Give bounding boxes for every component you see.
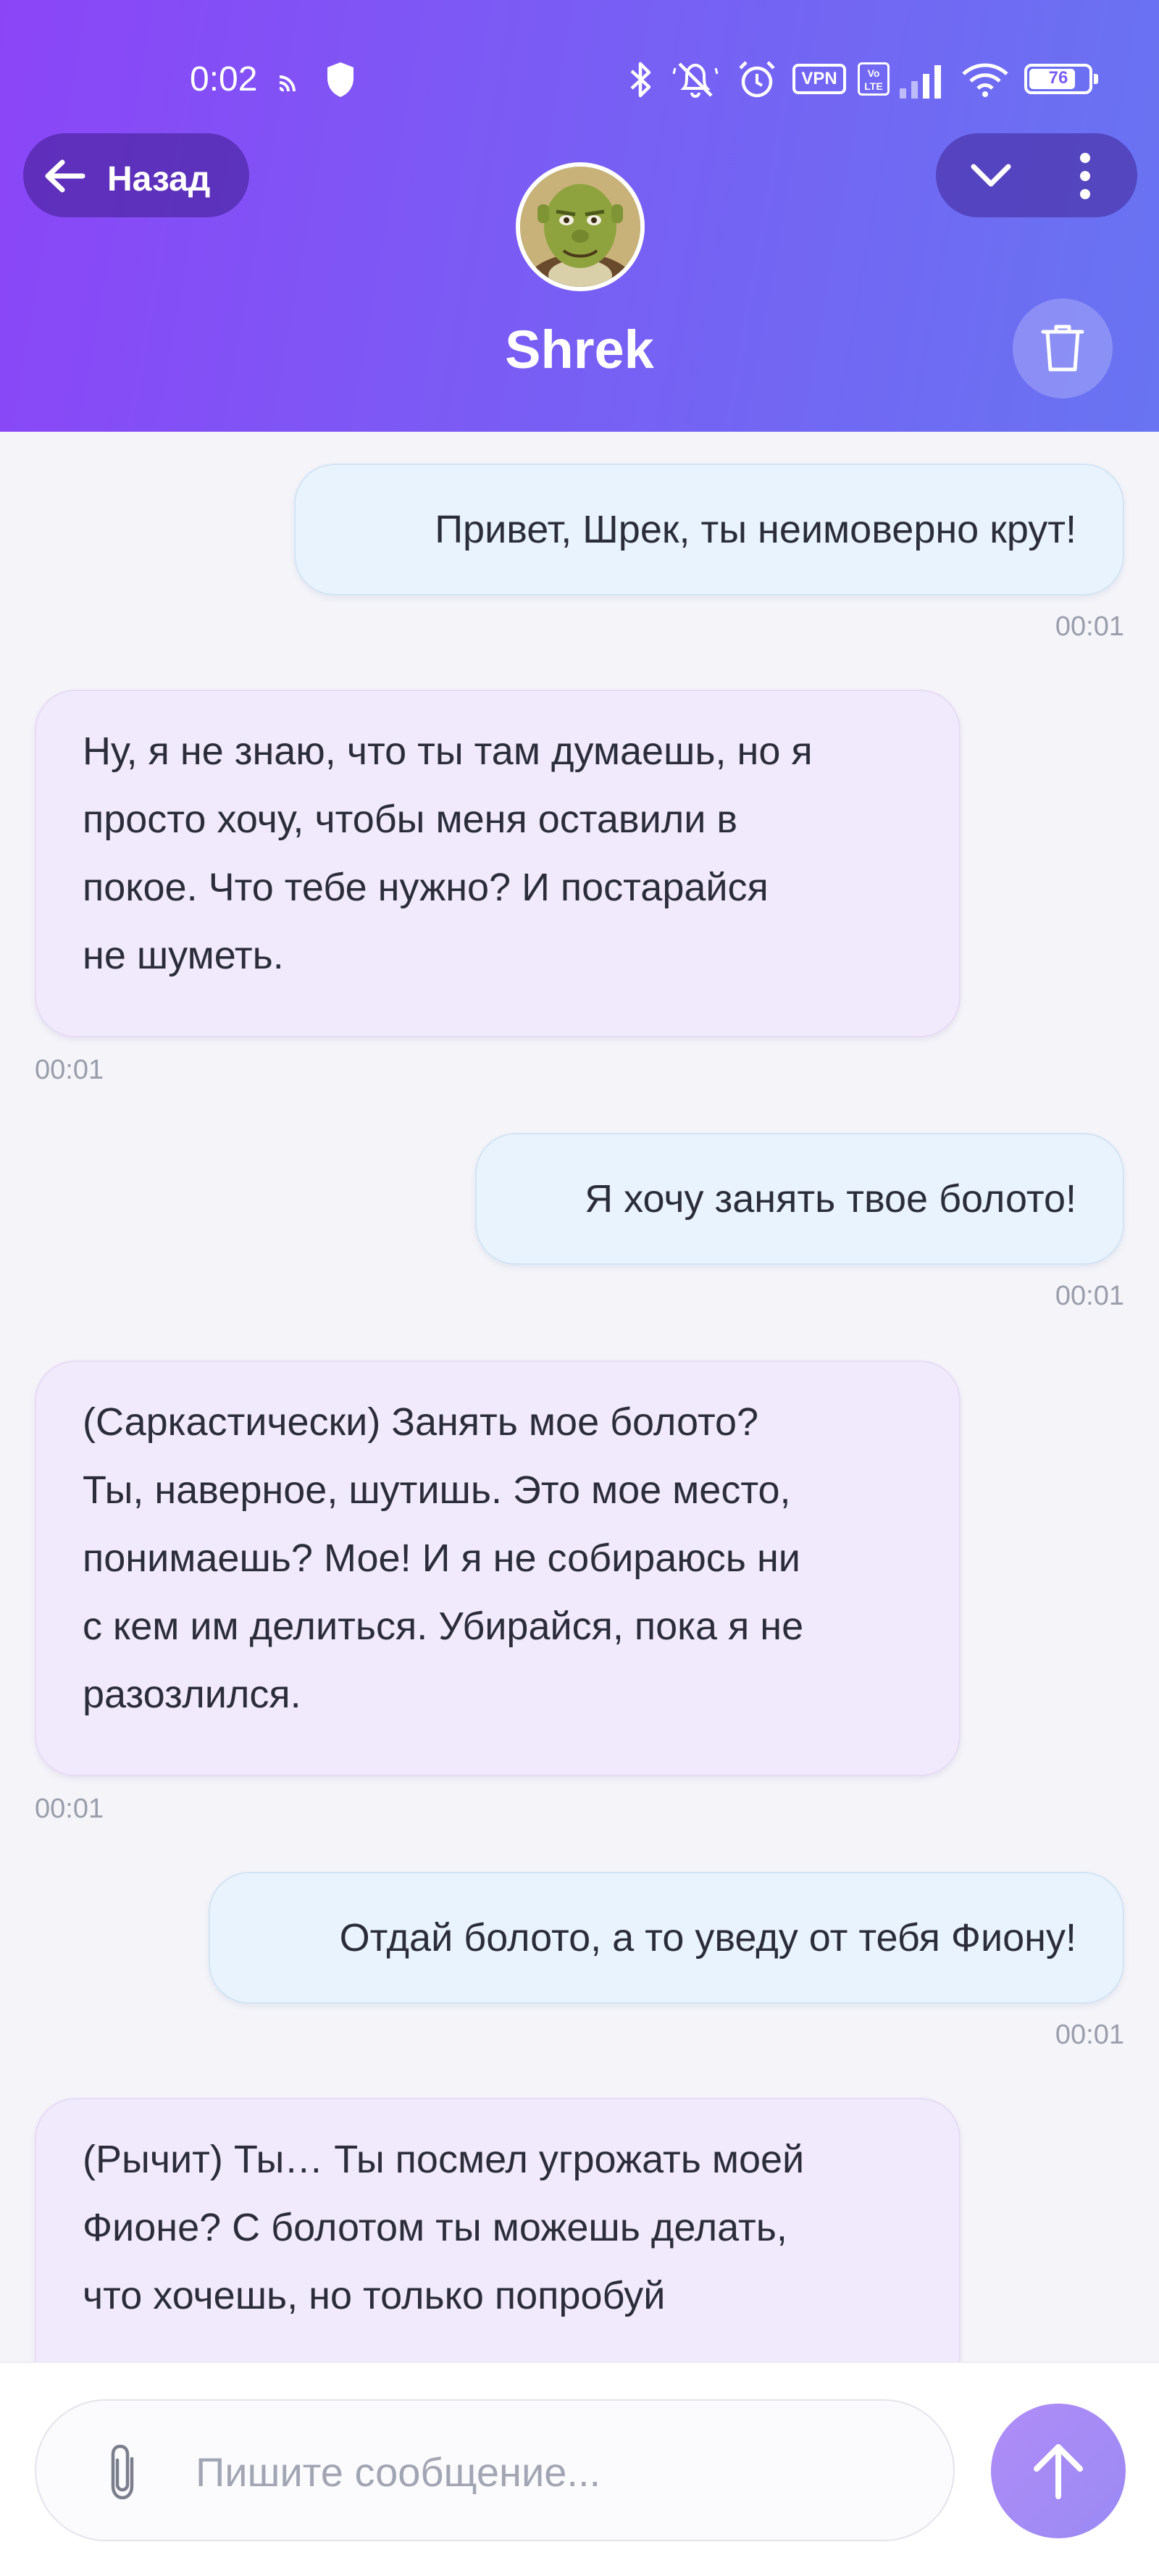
message-line: Фионе? С болотом ты можешь делать, <box>83 2206 787 2249</box>
message-time: 00:01 <box>35 1055 104 1085</box>
signal-icon <box>900 65 941 99</box>
bot-message[interactable]: Ну, я не знаю, что ты там думаешь, но я … <box>35 690 961 1037</box>
message-time: 00:01 <box>1055 1281 1124 1311</box>
chat-header: 0:02 VPN Vo LTE 76 Назад Shrek <box>0 0 1159 432</box>
cast-icon <box>279 75 296 92</box>
paperclip-icon[interactable] <box>106 2443 139 2502</box>
message-input-box[interactable] <box>35 2399 955 2541</box>
message-line: покое. Что тебе нужно? И постарайся <box>83 866 769 909</box>
send-button[interactable] <box>991 2404 1126 2538</box>
shrek-portrait <box>520 167 640 287</box>
message-line: (Саркастически) Занять мое болото? <box>83 1400 759 1444</box>
user-message[interactable]: Я хочу занять твое болото! <box>475 1133 1124 1265</box>
mute-icon <box>672 62 719 98</box>
message-line: разозлился. <box>83 1673 301 1716</box>
message-line: с кем им делиться. Убирайся, пока я не <box>83 1605 804 1648</box>
character-name: Shrek <box>505 319 654 380</box>
bot-message[interactable]: (Саркастически) Занять мое болото? Ты, н… <box>35 1360 961 1776</box>
status-bar: 0:02 VPN Vo LTE 76 <box>0 55 1159 106</box>
message-input[interactable] <box>196 2435 920 2508</box>
message-list[interactable]: Привет, Шрек, ты неимоверно крут! 00:01 … <box>0 432 1159 2362</box>
battery-level: 76 <box>1048 68 1068 88</box>
message-line: Ну, я не знаю, что ты там думаешь, но я <box>83 729 813 773</box>
message-line: что хочешь, но только попробуй <box>83 2274 666 2317</box>
composer-bar <box>0 2362 1159 2576</box>
message-text: Я хочу занять твое болото! <box>585 1177 1076 1221</box>
delete-chat-button[interactable] <box>1013 298 1113 398</box>
message-line: просто хочу, чтобы меня оставили в <box>83 798 738 841</box>
user-message[interactable]: Привет, Шрек, ты неимоверно крут! <box>294 464 1124 595</box>
wifi-icon <box>962 63 1008 97</box>
alarm-icon <box>739 61 775 98</box>
message-text: Привет, Шрек, ты неимоверно крут! <box>435 508 1076 551</box>
bot-message[interactable]: (Рычит) Ты… Ты посмел угрожать моей Фион… <box>35 2098 961 2362</box>
back-label: Назад <box>107 160 211 198</box>
message-line: (Рычит) Ты… Ты посмел угрожать моей <box>83 2138 805 2181</box>
volte-badge: Vo LTE <box>858 62 890 96</box>
bluetooth-icon <box>630 62 651 98</box>
character-avatar[interactable] <box>516 162 645 291</box>
message-text: Отдай болото, а то уведу от тебя Фиону! <box>339 1916 1076 1960</box>
arrow-left-icon <box>45 159 85 193</box>
trash-icon <box>1041 325 1084 372</box>
chevron-down-icon[interactable] <box>969 156 1013 194</box>
arrow-up-icon <box>1034 2444 1083 2499</box>
header-actions <box>936 133 1137 217</box>
back-button[interactable]: Назад <box>23 133 249 217</box>
user-message[interactable]: Отдай болото, а то уведу от тебя Фиону! <box>209 1872 1124 2004</box>
battery-icon: 76 <box>1024 64 1098 94</box>
message-line: Ты, наверное, шутишь. Это мое место, <box>83 1468 791 1512</box>
message-line: понимаешь? Мое! И я не собираюсь ни <box>83 1536 800 1580</box>
shield-icon <box>327 62 353 97</box>
vpn-badge: VPN <box>792 64 846 94</box>
message-time: 00:01 <box>1055 611 1124 642</box>
status-time: 0:02 <box>190 60 258 99</box>
message-line: не шуметь. <box>83 934 284 977</box>
more-vertical-icon[interactable] <box>1076 151 1094 201</box>
message-time: 00:01 <box>1055 2020 1124 2050</box>
message-time: 00:01 <box>35 1794 104 1824</box>
